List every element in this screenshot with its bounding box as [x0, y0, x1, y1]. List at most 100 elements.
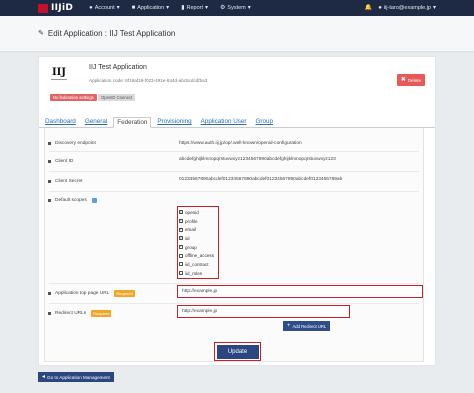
navbar-right: 🔔 ● iij-taro@example.jp ▾: [365, 0, 436, 16]
scope-label: iid: [185, 235, 190, 241]
checkbox[interactable]: [179, 271, 183, 276]
trash-icon: ✖: [400, 77, 406, 83]
menu-label: Account: [94, 5, 115, 11]
tab-dashboard[interactable]: Dashboard: [42, 117, 79, 128]
chevron-down-icon: ▾: [247, 5, 251, 11]
user-icon: ●: [89, 5, 93, 11]
chart-icon: ▮: [181, 5, 185, 11]
protocol-badge: OpenID Connect: [98, 94, 136, 101]
user-email: iij-taro@example.jp: [383, 5, 431, 11]
divider: [49, 191, 419, 192]
discovery-endpoint-value: https://www.auth.iij.jp/op/.well-known/o…: [179, 141, 302, 146]
app-code: Application code: 6f19af19-f023-491e-844…: [89, 78, 208, 83]
scope-email[interactable]: ✓ email: [179, 225, 217, 234]
chevron-down-icon: ▾: [166, 5, 170, 11]
scope-iid-contract[interactable]: iid_contract: [179, 260, 217, 269]
checkbox[interactable]: ✓: [179, 245, 183, 250]
chevron-down-icon: ▾: [116, 5, 120, 11]
application-card: IIJ IIJ Test Application Application cod…: [38, 56, 436, 366]
page-header: ✎ Edit Application : IIJ Test Applicatio…: [0, 16, 474, 52]
plus-icon: +: [287, 323, 291, 329]
delete-label: Delete: [407, 77, 421, 83]
tab-bar: Dashboard General Federation Provisionin…: [39, 117, 435, 128]
bell-icon[interactable]: 🔔: [365, 5, 372, 11]
redirect-url-input[interactable]: http://example.jp: [177, 305, 350, 318]
menu-application[interactable]: ■ Application ▾: [132, 5, 170, 11]
tab-federation[interactable]: Federation: [113, 117, 152, 128]
scope-iid-roles[interactable]: iid_roles: [179, 269, 217, 278]
federation-form: [44, 128, 424, 362]
brand-name: IIJiD: [51, 3, 74, 13]
chevron-down-icon: ▾: [205, 5, 209, 11]
add-redirect-url-button[interactable]: + Add Redirect URL: [283, 321, 331, 331]
app-logo: IIJ: [51, 67, 67, 80]
client-secret-label: Client Secret: [48, 179, 82, 184]
app-name: IIJ Test Application: [89, 64, 147, 71]
back-label: Go to Application Management: [47, 374, 110, 380]
required-badge: Required: [91, 310, 112, 317]
required-badge: Required: [114, 290, 135, 297]
redirect-urls-label: Redirect URLs Required: [48, 310, 112, 317]
menu-account[interactable]: ● Account ▾: [89, 5, 120, 11]
scopes-checklist: ✓ openid ✓ profile ✓ email ✓ iid ✓ group offl…: [177, 206, 219, 279]
divider: [49, 303, 419, 304]
page-title: ✎ Edit Application : IIJ Test Applicatio…: [38, 29, 175, 38]
client-id-label: Client ID: [48, 159, 73, 164]
federation-status-badge: No federation settings: [50, 94, 97, 101]
checkbox[interactable]: [179, 262, 183, 267]
page-title-text: Edit Application : IIJ Test Application: [47, 29, 176, 38]
main-menu: ● Account ▾ ■ Application ▾ ▮ Report ▾ ⚙ System…: [89, 5, 251, 11]
scope-label: email: [185, 227, 196, 233]
menu-label: System: [227, 5, 246, 11]
divider: [49, 283, 419, 284]
brand-logo[interactable]: IIJiD: [38, 3, 73, 13]
scope-label: openid: [185, 209, 199, 215]
scope-offline-access[interactable]: offline_access: [179, 251, 217, 260]
menu-system[interactable]: ⚙ System ▾: [220, 5, 251, 11]
checkbox[interactable]: ✓: [179, 236, 183, 241]
tab-application-user[interactable]: Application User: [198, 117, 250, 128]
checkbox[interactable]: ✓: [179, 227, 183, 232]
scope-iid[interactable]: ✓ iid: [179, 234, 217, 243]
checkbox[interactable]: [179, 253, 183, 258]
scope-label: profile: [185, 218, 198, 224]
delete-button[interactable]: ✖ Delete: [396, 74, 425, 86]
top-navbar: IIJiD ● Account ▾ ■ Application ▾ ▮ Report ▾ ⚙…: [0, 0, 474, 16]
tab-provisioning[interactable]: Provisioning: [154, 117, 194, 128]
client-id-value: abcdefghijklmnopqrstuvwxyz1234567890abcd…: [179, 157, 336, 162]
scope-label: iid_contract: [185, 261, 209, 267]
tab-group[interactable]: Group: [253, 117, 277, 128]
menu-label: Report: [186, 5, 204, 11]
scope-group[interactable]: ✓ group: [179, 243, 217, 252]
grid-icon: ■: [131, 5, 136, 11]
update-button-highlight: Update: [214, 342, 261, 361]
scope-profile[interactable]: ✓ profile: [179, 217, 217, 226]
menu-report[interactable]: ▮ Report ▾: [181, 5, 208, 11]
menu-label: Application: [137, 5, 165, 11]
divider: [49, 151, 419, 152]
scope-openid[interactable]: ✓ openid: [179, 208, 217, 217]
discovery-endpoint-label: Discovery endpoint: [48, 141, 96, 146]
go-to-application-management-button[interactable]: ◂ Go to Application Management: [38, 372, 114, 382]
chevron-down-icon: ▾: [432, 5, 436, 11]
scope-label: offline_access: [185, 253, 215, 259]
gear-icon: ⚙: [220, 5, 226, 11]
client-secret-value: 01234567890abcdef01234567890abcdef012345…: [179, 177, 343, 182]
top-page-url-input[interactable]: http://example.jp: [177, 285, 423, 298]
user-icon: ●: [378, 5, 382, 11]
info-icon[interactable]: [91, 198, 97, 203]
divider: [49, 171, 419, 172]
checkbox[interactable]: ✓: [179, 210, 183, 215]
tab-general[interactable]: General: [82, 117, 110, 128]
user-menu[interactable]: ● iij-taro@example.jp ▾: [378, 5, 436, 11]
scope-label: group: [185, 244, 197, 250]
checkbox[interactable]: ✓: [179, 219, 183, 224]
chevron-left-icon: ◂: [42, 374, 46, 380]
edit-icon: ✎: [38, 30, 44, 37]
scope-label: iid_roles: [185, 270, 203, 276]
brand-mark-icon: [38, 3, 48, 13]
add-redirect-label: Add Redirect URL: [292, 323, 327, 329]
top-page-url-label: Application top page URL Required: [48, 290, 135, 297]
update-button[interactable]: Update: [216, 344, 259, 359]
default-scopes-label: Default scopes: [48, 198, 97, 203]
